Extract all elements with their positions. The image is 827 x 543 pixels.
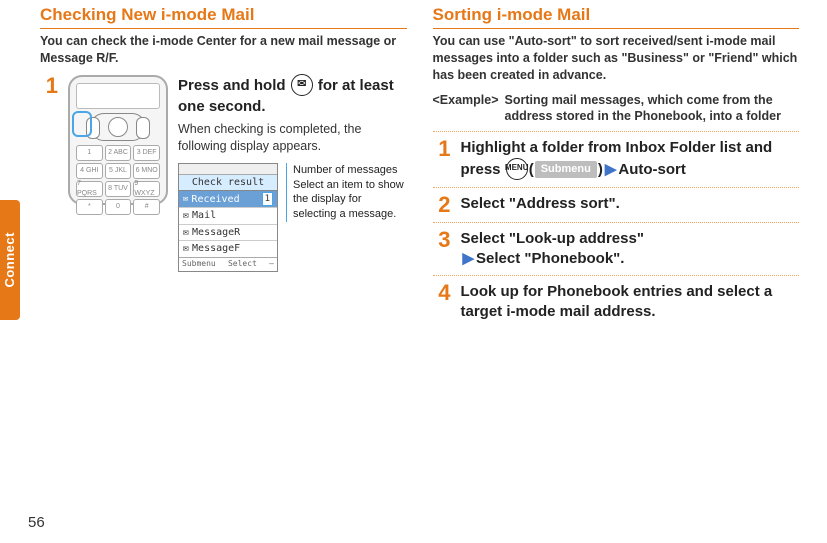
example-block: <Example> Sorting mail messages, which c…: [433, 92, 800, 126]
result-callout: Number of messages Select an item to sho…: [286, 163, 407, 222]
text-a: Select "Look-up address": [461, 230, 644, 247]
dpad-center: [108, 117, 128, 137]
result-row: ✉Mail: [179, 207, 277, 224]
row-label: Mail: [192, 209, 216, 223]
paren-close: ): [598, 161, 603, 178]
envelope-icon: ✉: [183, 242, 189, 256]
result-selected-row: ✉ Received 1: [179, 191, 277, 207]
mail-key-highlight: [72, 111, 92, 137]
right-intro: You can use "Auto-sort" to sort received…: [433, 33, 800, 84]
right-step-2: 2 Select "Address sort".: [433, 194, 800, 216]
mail-key-icon: ✉: [291, 74, 313, 96]
step1-text: Highlight a folder from Inbox Folder lis…: [461, 138, 800, 180]
key: 6 MNO: [133, 163, 160, 179]
right-step-4: 4 Look up for Phonebook entries and sele…: [433, 282, 800, 323]
menu-button-icon: MENU: [506, 158, 528, 180]
left-intro: You can check the i-mode Center for a ne…: [40, 33, 407, 67]
row-label: MessageF: [192, 242, 240, 256]
step1-text: Press and hold ✉ for at least one second…: [178, 75, 407, 272]
key: #: [133, 199, 160, 215]
step-number: 1: [433, 138, 451, 180]
step1-content: 1 2 ABC 3 DEF 4 GHI 5 JKL 6 MNO 7 PQRS 8…: [68, 75, 407, 272]
left-heading: Checking New i-mode Mail: [40, 4, 407, 29]
phone-illustration: 1 2 ABC 3 DEF 4 GHI 5 JKL 6 MNO 7 PQRS 8…: [68, 75, 168, 205]
softkey-right-label: —: [269, 259, 274, 270]
key: 1: [76, 145, 103, 161]
step-number: 4: [433, 282, 451, 323]
divider: [433, 187, 800, 188]
divider: [433, 275, 800, 276]
arrow-icon: ▶: [463, 250, 475, 267]
callout-line2: Select an item to show the display for s…: [293, 178, 407, 223]
softkey-right: [136, 117, 150, 139]
result-group: Check result ✉ Received 1 ✉Mail ✉Message…: [178, 163, 407, 272]
key: 5 JKL: [105, 163, 132, 179]
left-column: Checking New i-mode Mail You can check t…: [40, 4, 407, 323]
step1-title: Press and hold ✉ for at least one second…: [178, 75, 407, 117]
check-result-screen: Check result ✉ Received 1 ✉Mail ✉Message…: [178, 163, 278, 272]
result-row: ✉MessageR: [179, 224, 277, 241]
step-number: 2: [433, 194, 451, 216]
result-row: ✉MessageF: [179, 240, 277, 257]
page-number: 56: [28, 513, 45, 533]
step2-text: Select "Address sort".: [461, 194, 800, 216]
step4-text: Look up for Phonebook entries and select…: [461, 282, 800, 323]
step-body: 1 2 ABC 3 DEF 4 GHI 5 JKL 6 MNO 7 PQRS 8…: [68, 75, 407, 272]
step3-text: Select "Look-up address" ▶Select "Phoneb…: [461, 229, 800, 270]
divider: [433, 131, 800, 132]
step-number: 1: [40, 75, 58, 272]
right-step-3: 3 Select "Look-up address" ▶Select "Phon…: [433, 229, 800, 270]
message-count: 1: [262, 192, 273, 206]
text-b: Auto-sort: [618, 161, 686, 178]
phone-dpad: [90, 113, 146, 141]
envelope-icon: ✉: [183, 193, 188, 205]
softkey-left-label: Submenu: [182, 259, 216, 270]
envelope-icon: ✉: [183, 226, 189, 240]
right-column: Sorting i-mode Mail You can use "Auto-so…: [433, 4, 800, 323]
key: 9 WXYZ: [133, 181, 160, 197]
paren-open: (: [529, 161, 534, 178]
key: 2 ABC: [105, 145, 132, 161]
step1-sub: When checking is completed, the followin…: [178, 121, 407, 155]
left-step-1: 1 1 2 ABC: [40, 75, 407, 272]
key: 7 PQRS: [76, 181, 103, 197]
softkey-bar: Submenu Select —: [179, 257, 277, 271]
result-title: Check result: [179, 175, 277, 192]
right-step-1: 1 Highlight a folder from Inbox Folder l…: [433, 138, 800, 180]
row-label: MessageR: [192, 226, 240, 240]
phone-keypad: 1 2 ABC 3 DEF 4 GHI 5 JKL 6 MNO 7 PQRS 8…: [76, 145, 160, 215]
result-row-label: Received: [191, 193, 239, 207]
side-tab: Connect: [0, 200, 20, 320]
callout-line1: Number of messages: [293, 163, 407, 178]
text-b: Select "Phonebook".: [476, 250, 624, 267]
key: 3 DEF: [133, 145, 160, 161]
arrow-icon: ▶: [605, 161, 617, 178]
title-part-a: Press and hold: [178, 77, 290, 94]
example-label: <Example>: [433, 92, 499, 126]
key: 8 TUV: [105, 181, 132, 197]
right-heading: Sorting i-mode Mail: [433, 4, 800, 29]
page-content: Checking New i-mode Mail You can check t…: [0, 0, 827, 323]
example-text: Sorting mail messages, which come from t…: [505, 92, 799, 126]
key: 0: [105, 199, 132, 215]
key: 4 GHI: [76, 163, 103, 179]
key: *: [76, 199, 103, 215]
status-bar: [179, 164, 277, 175]
side-tab-label: Connect: [1, 232, 19, 288]
phone-screen: [76, 83, 160, 109]
divider: [433, 222, 800, 223]
step-number: 3: [433, 229, 451, 270]
envelope-icon: ✉: [183, 209, 189, 223]
submenu-badge: Submenu: [535, 161, 597, 178]
softkey-center-label: Select: [228, 259, 257, 270]
